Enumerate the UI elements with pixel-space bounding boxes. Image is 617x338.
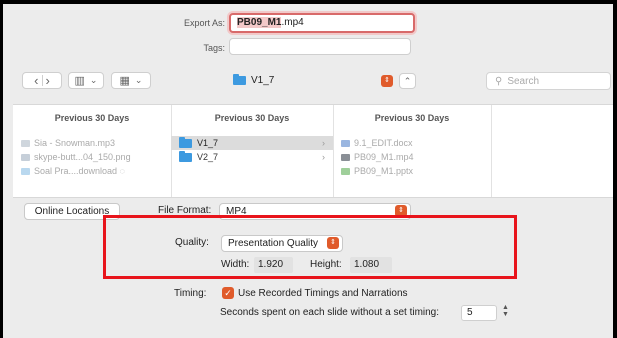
list-item[interactable]: Soal Pra....download ◌ xyxy=(13,164,171,178)
height-value: 1.080 xyxy=(350,257,392,273)
document-file-icon xyxy=(341,140,350,148)
chevron-down-icon: ⌄ xyxy=(89,75,98,85)
quality-value: Presentation Quality xyxy=(228,238,319,249)
column-header: Previous 30 Days xyxy=(374,113,450,123)
filename-ext: .mp4 xyxy=(281,17,304,28)
right-border xyxy=(613,0,617,338)
list-item[interactable]: Sia - Snowman.mp3 xyxy=(13,136,171,150)
export-as-field[interactable]: PB09_M1.mp4 xyxy=(229,13,415,33)
save-dialog: Export As: PB09_M1.mp4 Tags: ‹ › ▥ ⌄ ▦ ⌄… xyxy=(3,4,613,338)
chevron-down-icon: ⌄ xyxy=(134,75,143,85)
expand-button[interactable]: ⌃ xyxy=(399,73,416,89)
quality-label: Quality: xyxy=(175,237,209,248)
column-view-icon: ▥ xyxy=(74,75,85,87)
list-item[interactable]: V2_7 › xyxy=(171,150,333,164)
list-item[interactable]: skype-butt...04_150.png xyxy=(13,150,171,164)
chevron-right-icon: › xyxy=(322,138,325,148)
seconds-stepper[interactable]: ▲ ▼ xyxy=(502,304,509,318)
file-name: skype-butt...04_150.png xyxy=(34,152,131,162)
back-icon[interactable]: ‹ xyxy=(34,73,38,88)
chevron-right-icon: › xyxy=(322,152,325,162)
chevron-up-icon: ⌃ xyxy=(403,75,412,86)
timing-label: Timing: xyxy=(174,288,207,299)
popup-stepper-icon: ⇕ xyxy=(381,75,393,87)
presentation-file-icon xyxy=(341,168,350,176)
column-header: Previous 30 Days xyxy=(214,113,290,123)
file-name: Soal Pra....download xyxy=(34,166,118,176)
browser-column-2: Previous 30 Days V1_7 › V2_7 › xyxy=(171,105,334,197)
browser-column-1: Previous 30 Days Sia - Snowman.mp3 skype… xyxy=(13,105,172,197)
grid-icon: ▦ xyxy=(119,75,130,87)
location-folder-name: V1_7 xyxy=(251,75,275,86)
folder-icon xyxy=(179,137,192,149)
search-icon: ⚲ xyxy=(495,75,503,87)
loading-icon: ◌ xyxy=(119,166,125,176)
height-label: Height: xyxy=(310,259,342,270)
seconds-input[interactable]: 5 xyxy=(461,305,497,321)
location-popup[interactable]: V1_7 ⇕ xyxy=(233,73,393,89)
video-file-icon xyxy=(341,154,350,162)
search-placeholder: Search xyxy=(507,75,540,87)
list-item-selected[interactable]: V1_7 › xyxy=(171,136,333,150)
view-mode-button[interactable]: ▥ ⌄ xyxy=(68,72,104,89)
download-file-icon xyxy=(21,168,30,176)
width-value: 1.920 xyxy=(254,257,293,273)
audio-file-icon xyxy=(21,140,30,148)
export-as-label: Export As: xyxy=(183,18,225,28)
image-file-icon xyxy=(21,154,30,162)
folder-icon xyxy=(233,73,246,85)
list-item[interactable]: PB09_M1.pptx xyxy=(333,164,491,178)
stepper-up-icon[interactable]: ▲ xyxy=(502,304,509,311)
file-name: PB09_M1.mp4 xyxy=(354,152,414,162)
folder-icon xyxy=(179,151,192,163)
file-name: 9.1_EDIT.docx xyxy=(354,138,413,148)
list-item[interactable]: PB09_M1.mp4 xyxy=(333,150,491,164)
file-name: PB09_M1.pptx xyxy=(354,166,414,176)
back-forward-control[interactable]: ‹ › xyxy=(22,72,62,89)
folder-name: V2_7 xyxy=(197,152,219,162)
tags-label: Tags: xyxy=(203,43,225,53)
file-name: Sia - Snowman.mp3 xyxy=(34,138,116,148)
list-item[interactable]: 9.1_EDIT.docx xyxy=(333,136,491,150)
use-recorded-label: Use Recorded Timings and Narrations xyxy=(238,288,408,299)
popup-stepper-icon: ⇕ xyxy=(327,237,339,249)
column-header: Previous 30 Days xyxy=(54,113,130,123)
browser-column-3: Previous 30 Days 9.1_EDIT.docx PB09_M1.m… xyxy=(333,105,492,197)
tags-field[interactable] xyxy=(229,38,411,55)
width-label: Width: xyxy=(221,259,250,270)
search-field[interactable]: ⚲ Search xyxy=(486,72,611,90)
forward-icon[interactable]: › xyxy=(46,73,50,88)
folder-name: V1_7 xyxy=(197,138,219,148)
group-button[interactable]: ▦ ⌄ xyxy=(111,72,151,89)
file-browser: Previous 30 Days Sia - Snowman.mp3 skype… xyxy=(13,104,613,198)
seconds-label: Seconds spent on each slide without a se… xyxy=(220,307,440,318)
stepper-down-icon[interactable]: ▼ xyxy=(502,311,509,318)
filename-selected: PB09_M1 xyxy=(237,17,282,28)
use-recorded-checkbox[interactable]: ✓ xyxy=(222,287,234,299)
quality-select[interactable]: Presentation Quality ⇕ xyxy=(221,235,343,252)
